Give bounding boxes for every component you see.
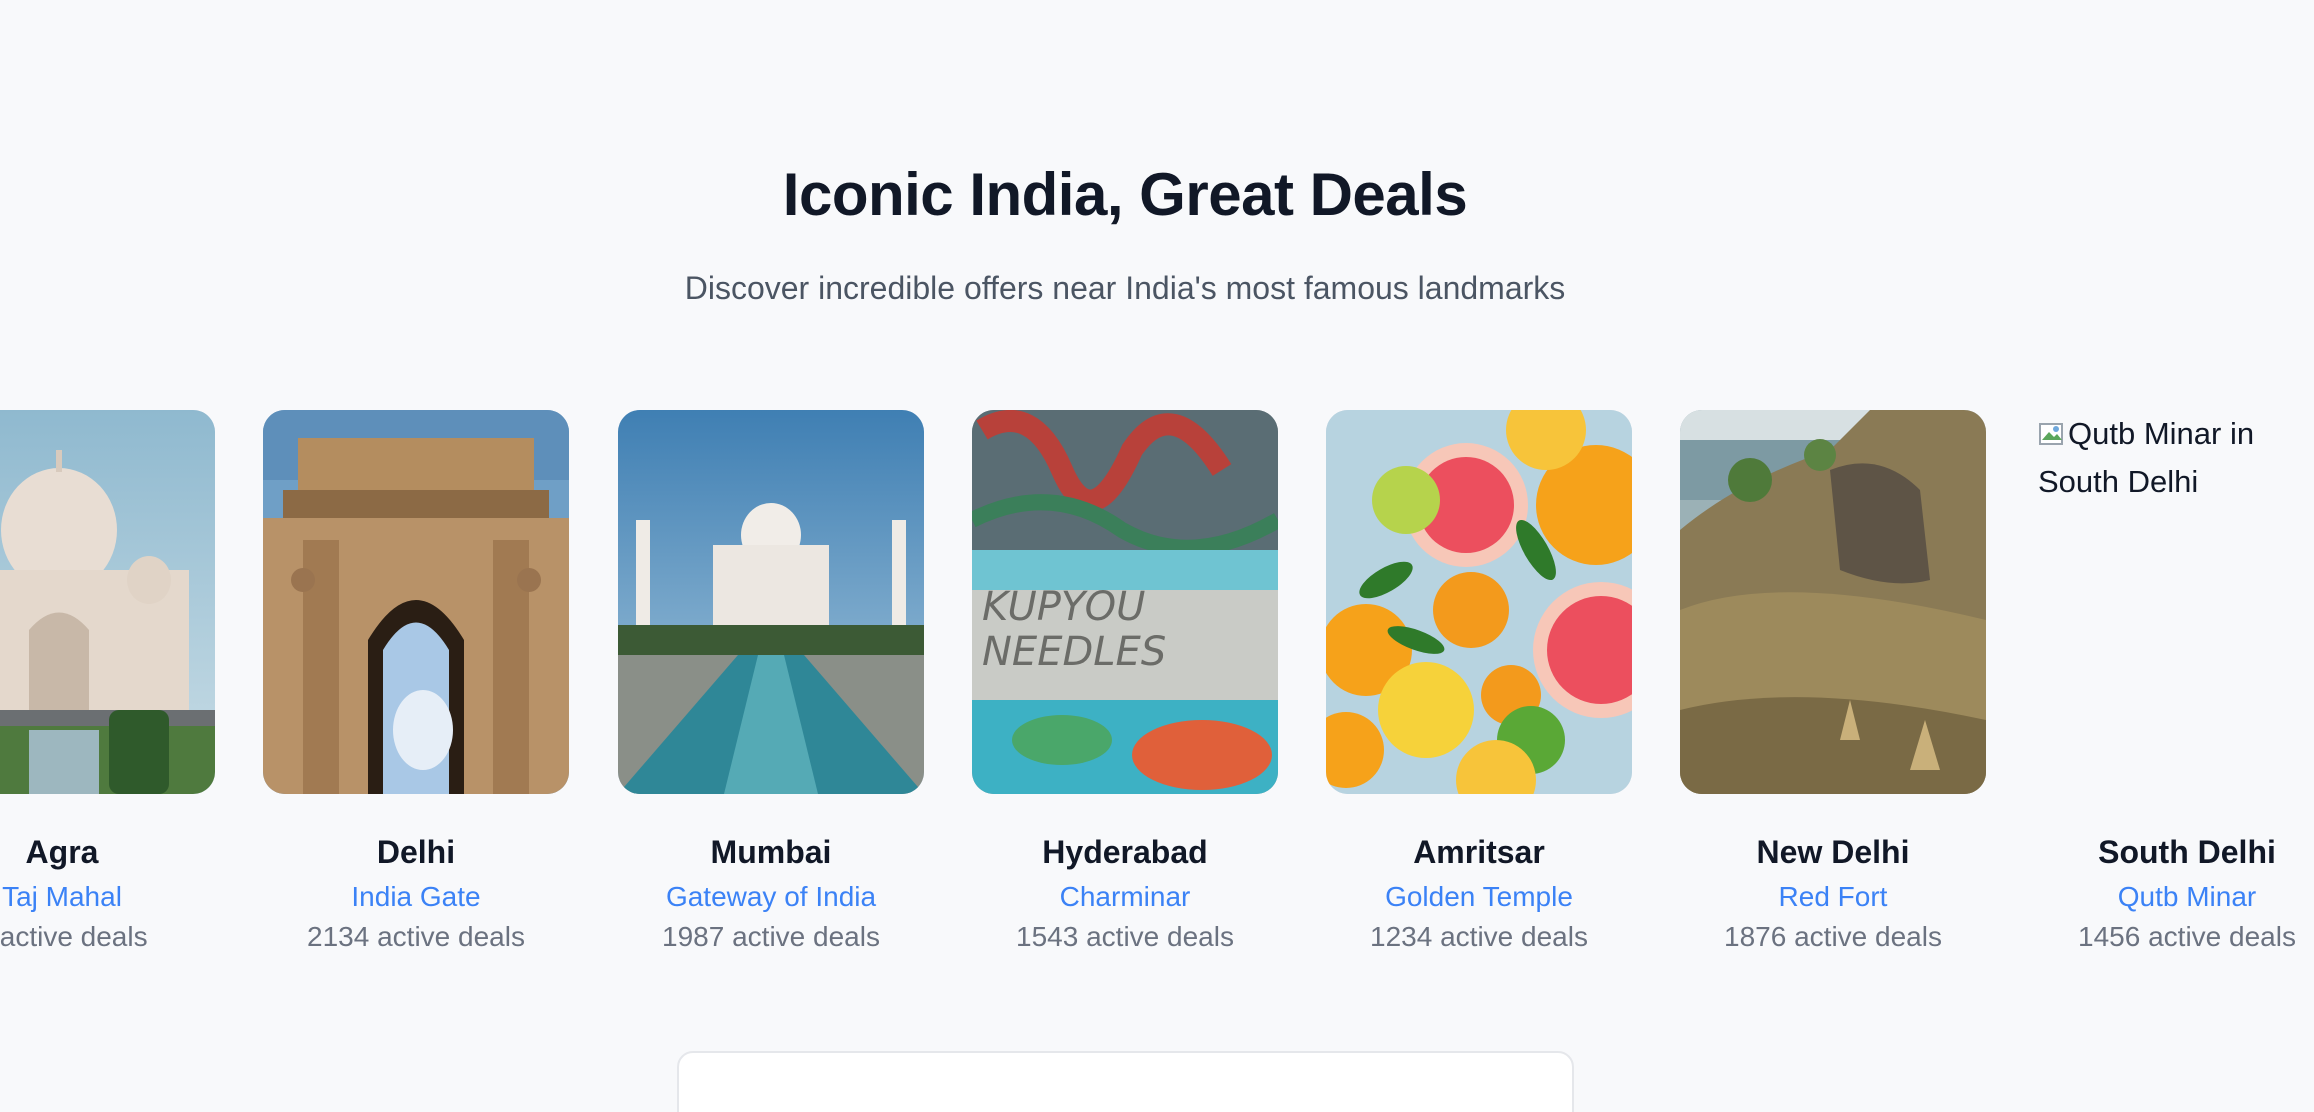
landmark-image-charminar: KUPYOU NEEDLES (972, 410, 1278, 794)
landmark-card-mumbai[interactable]: Mumbai Gateway of India 1987 active deal… (618, 410, 924, 953)
landmark-card-amritsar[interactable]: Amritsar Golden Temple 1234 active deals (1326, 410, 1632, 953)
landmark-card-hyderabad[interactable]: KUPYOU NEEDLES Hyderabad Charminar 1543 … (972, 410, 1278, 953)
landmark-link[interactable]: Qutb Minar (2034, 881, 2314, 913)
landmark-image-red-fort (1680, 410, 1986, 794)
city-name: South Delhi (2098, 834, 2276, 870)
landmark-link[interactable]: Golden Temple (1326, 881, 1632, 913)
landmark-image-gateway-of-india (618, 410, 924, 794)
active-deals-count: 1234 active deals (1370, 921, 1588, 952)
active-deals-count: 1543 active deals (1016, 921, 1234, 952)
active-deals-count: 1456 active deals (2078, 921, 2296, 952)
city-name: Agra (25, 834, 99, 870)
svg-text:KUPYOU: KUPYOU (982, 584, 1145, 630)
section-subtitle: Discover incredible offers near India's … (684, 270, 1566, 306)
landmark-deals-section: Iconic India, Great Deals Discover incre… (0, 0, 2314, 1112)
landmark-carousel[interactable]: Agra Taj Mahal 5 active deals (0, 410, 2314, 970)
next-section-card (677, 1051, 1574, 1112)
landmark-link[interactable]: Charminar (972, 881, 1278, 913)
landmark-image-qutb-minar: Qutb Minar in South Delhi (2034, 410, 2314, 794)
landmark-card-agra[interactable]: Agra Taj Mahal 5 active deals (0, 410, 215, 953)
landmark-link[interactable]: Gateway of India (618, 881, 924, 913)
landmark-image-golden-temple (1326, 410, 1632, 794)
city-name: Delhi (376, 834, 456, 870)
broken-image-alt-text: Qutb Minar in South Delhi (2034, 410, 2314, 506)
city-name: New Delhi (1756, 834, 1910, 870)
landmark-card-new-delhi[interactable]: New Delhi Red Fort 1876 active deals (1680, 410, 1986, 953)
landmark-image-taj-mahal (0, 410, 215, 794)
active-deals-count: 2134 active deals (307, 921, 525, 952)
landmark-link[interactable]: India Gate (263, 881, 569, 913)
landmark-image-india-gate (263, 410, 569, 794)
section-title: Iconic India, Great Deals (782, 161, 1468, 228)
city-name: Hyderabad (1042, 834, 1208, 870)
city-name: Mumbai (710, 834, 832, 870)
image-alt-label: Qutb Minar in South Delhi (2038, 416, 2255, 499)
landmark-card-south-delhi[interactable]: Qutb Minar in South Delhi South Delhi Qu… (2034, 410, 2314, 953)
svg-text:NEEDLES: NEEDLES (982, 629, 1166, 675)
city-name: Amritsar (1413, 834, 1545, 870)
active-deals-count: 5 active deals (0, 921, 148, 952)
active-deals-count: 1987 active deals (662, 921, 880, 952)
landmark-link[interactable]: Red Fort (1680, 881, 1986, 913)
landmark-link[interactable]: Taj Mahal (0, 881, 215, 913)
landmark-card-delhi[interactable]: Delhi India Gate 2134 active deals (263, 410, 569, 953)
active-deals-count: 1876 active deals (1724, 921, 1942, 952)
broken-image-icon (2039, 423, 2063, 445)
